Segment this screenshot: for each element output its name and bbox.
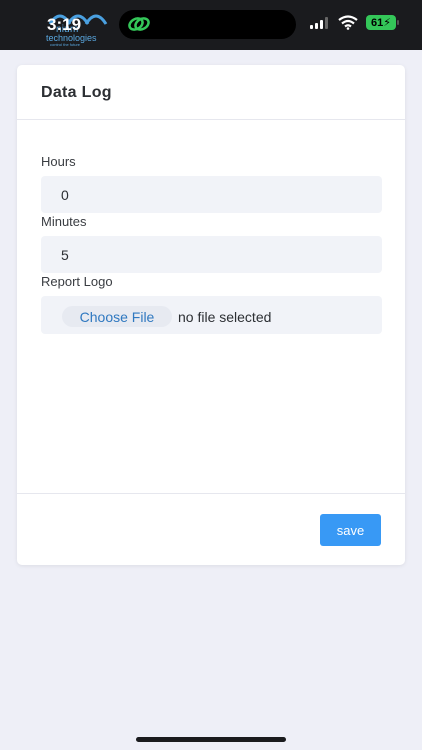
link-icon [128, 17, 150, 31]
battery-nub [397, 20, 399, 25]
hours-label: Hours [41, 154, 76, 169]
save-button[interactable]: save [320, 514, 381, 546]
dynamic-island [119, 10, 296, 39]
minutes-label: Minutes [41, 214, 87, 229]
cellular-signal-icon [310, 17, 328, 29]
footer-divider [17, 493, 405, 494]
battery-indicator: 61 ⚡ [366, 15, 396, 30]
status-bar: nium technologies control the future 3:1… [0, 0, 422, 50]
hours-input[interactable] [41, 176, 382, 213]
logo-tagline: control the future [50, 42, 81, 47]
report-logo-label: Report Logo [41, 274, 113, 289]
home-indicator[interactable] [136, 737, 286, 742]
charging-icon: ⚡ [383, 17, 391, 29]
minutes-input[interactable] [41, 236, 382, 273]
report-logo-file-input: Choose File no file selected [41, 296, 382, 334]
wifi-icon [338, 15, 358, 30]
choose-file-button[interactable]: Choose File [62, 306, 172, 327]
battery-level: 61 [371, 16, 384, 29]
card-title: Data Log [41, 84, 112, 101]
status-time: 3:19 [47, 15, 82, 34]
header-divider [17, 119, 405, 120]
data-log-card: Data Log Hours Minutes Report Logo Choos… [17, 65, 405, 565]
file-status-text: no file selected [178, 309, 272, 325]
status-indicators: 61 ⚡ [310, 14, 400, 34]
